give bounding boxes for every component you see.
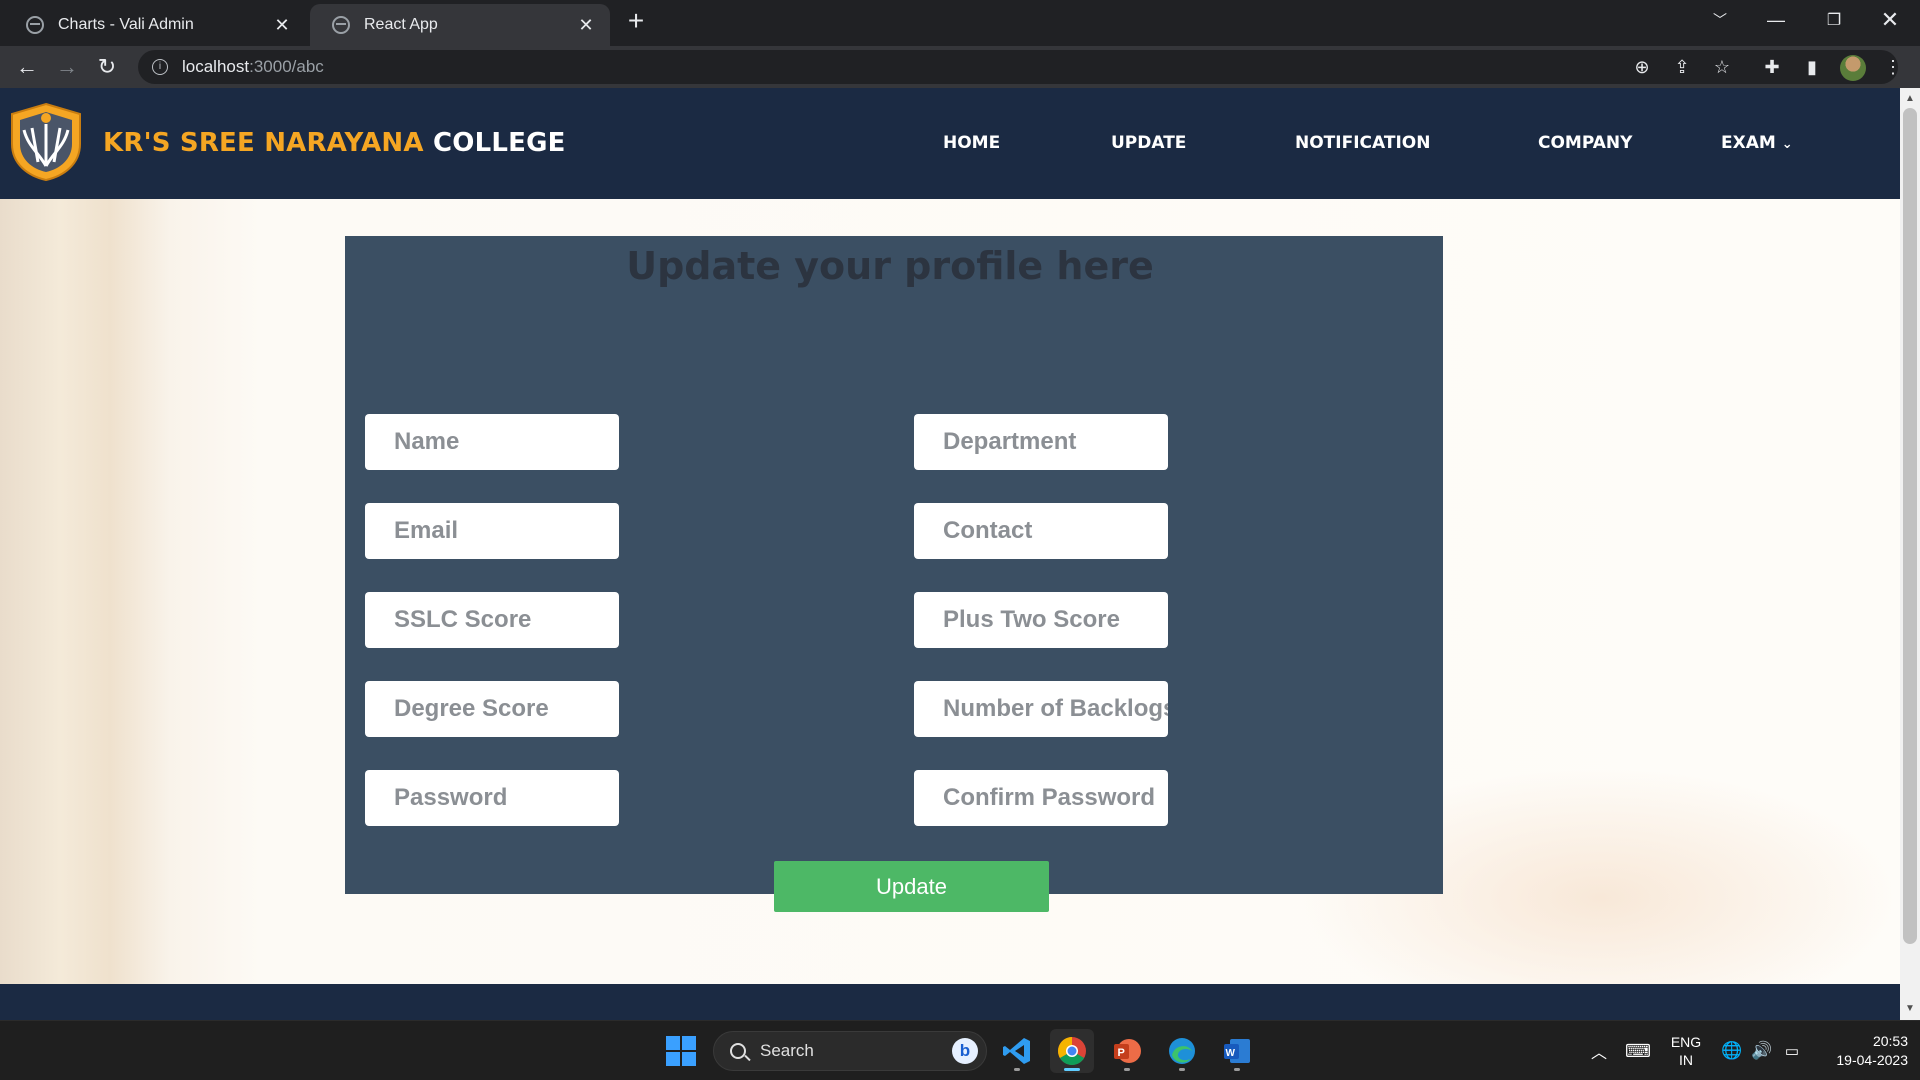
svg-text:P: P (1118, 1047, 1125, 1059)
zoom-icon[interactable]: ⊕ (1629, 54, 1655, 80)
region-label: IN (1679, 1052, 1693, 1068)
minimize-button[interactable]: — (1748, 0, 1804, 40)
plus-two-score-input[interactable] (914, 592, 1168, 648)
running-indicator (1014, 1068, 1020, 1071)
battery-icon[interactable]: ▭ (1778, 1021, 1806, 1080)
url-host: localhost (182, 57, 250, 76)
globe-icon (26, 16, 44, 34)
clock-date: 19-04-2023 (1836, 1052, 1908, 1068)
chrome-app[interactable] (1050, 1029, 1094, 1073)
side-panel-icon[interactable]: ▮ (1799, 54, 1825, 80)
form-title: Update your profile here (626, 244, 1154, 288)
search-icon (730, 1043, 746, 1059)
browser-toolbar: ← → ↻ i localhost:3000/abc ⊕ ⇪ ☆ ✚ ▮ ⋮ (0, 46, 1920, 88)
name-input[interactable] (365, 414, 619, 470)
powerpoint-app[interactable]: P (1105, 1029, 1149, 1073)
department-input[interactable] (914, 414, 1168, 470)
start-button[interactable] (659, 1029, 703, 1073)
update-profile-form: Update your profile here Update (345, 236, 1443, 912)
restore-button[interactable]: ❐ (1806, 0, 1862, 40)
windows-logo-icon (666, 1036, 696, 1066)
contact-input[interactable] (914, 503, 1168, 559)
vscode-icon (1003, 1038, 1030, 1064)
scroll-up-arrow-icon[interactable]: ▲ (1900, 90, 1920, 108)
college-name[interactable]: KR'S SREE NARAYANA COLLEGE (103, 128, 566, 158)
running-indicator (1179, 1068, 1185, 1071)
globe-icon (332, 16, 350, 34)
taskbar-search-box[interactable]: Search b (713, 1031, 987, 1071)
bing-icon[interactable]: b (952, 1038, 978, 1064)
nav-update[interactable]: UPDATE (1111, 133, 1186, 153)
nav-exam-dropdown[interactable]: EXAM ⌄ (1721, 133, 1793, 153)
site-info-icon[interactable]: i (152, 59, 168, 75)
reload-button[interactable]: ↻ (92, 52, 122, 82)
password-input[interactable] (365, 770, 619, 826)
college-name-highlight: KR'S SREE NARAYANA (103, 128, 424, 158)
nav-exam-label: EXAM (1721, 133, 1776, 153)
close-tab-icon[interactable]: ✕ (576, 15, 596, 36)
sslc-score-input[interactable] (365, 592, 619, 648)
site-navbar: KR'S SREE NARAYANA COLLEGE HOME UPDATE N… (0, 88, 1900, 199)
degree-score-input[interactable] (365, 681, 619, 737)
nav-home[interactable]: HOME (943, 133, 1000, 153)
college-name-rest: COLLEGE (432, 128, 566, 158)
backlogs-input[interactable] (914, 681, 1168, 737)
tab-title: React App (364, 16, 438, 33)
url-path: :3000/abc (249, 57, 324, 76)
running-indicator (1234, 1068, 1240, 1071)
page-viewport: KR'S SREE NARAYANA COLLEGE HOME UPDATE N… (0, 88, 1900, 1020)
new-tab-button[interactable]: + (622, 6, 650, 38)
update-button[interactable]: Update (774, 861, 1049, 912)
edge-icon (1169, 1038, 1195, 1064)
close-tab-icon[interactable]: ✕ (272, 15, 292, 36)
word-app[interactable]: W (1215, 1029, 1259, 1073)
nav-company[interactable]: COMPANY (1538, 133, 1632, 153)
back-button[interactable]: ← (12, 52, 42, 82)
edge-app[interactable] (1160, 1029, 1204, 1073)
language-label: ENG (1670, 1034, 1702, 1050)
powerpoint-icon: P (1114, 1039, 1141, 1063)
tab-search-chevron-icon[interactable]: ﹀ (1692, 0, 1748, 40)
vscode-app[interactable] (995, 1029, 1039, 1073)
confirm-password-input[interactable] (914, 770, 1168, 826)
language-indicator[interactable]: ENG IN (1664, 1021, 1708, 1080)
scroll-down-arrow-icon[interactable]: ▼ (1900, 1000, 1920, 1018)
tab-title: Charts - Vali Admin (58, 16, 194, 33)
network-globe-icon[interactable]: 🌐 (1718, 1021, 1746, 1080)
browser-tab-react-app[interactable]: React App ✕ (310, 4, 610, 46)
show-hidden-icons-chevron-icon[interactable]: ︿ (1584, 1021, 1614, 1080)
windows-taskbar: Search b P W ︿ ⌨ ENG IN 🌐 🔊 ▭ 20:53 19-0… (0, 1020, 1920, 1080)
scrollbar-thumb[interactable] (1903, 108, 1917, 944)
running-indicator (1124, 1068, 1130, 1071)
forward-button[interactable]: → (52, 52, 82, 82)
svg-text:W: W (1226, 1048, 1236, 1059)
taskbar-search-label: Search (760, 1041, 814, 1060)
page-footer (0, 984, 1900, 1020)
extensions-puzzle-icon[interactable]: ✚ (1759, 54, 1785, 80)
browser-tab-charts[interactable]: Charts - Vali Admin ✕ (4, 4, 306, 46)
email-input[interactable] (365, 503, 619, 559)
college-logo[interactable] (8, 102, 84, 182)
keyboard-icon[interactable]: ⌨ (1622, 1021, 1654, 1080)
close-window-button[interactable]: ✕ (1862, 0, 1918, 40)
active-indicator (1064, 1068, 1080, 1071)
browser-tab-strip: Charts - Vali Admin ✕ React App ✕ + ﹀ — … (0, 0, 1920, 46)
share-icon[interactable]: ⇪ (1669, 54, 1695, 80)
nav-notification[interactable]: NOTIFICATION (1295, 133, 1430, 153)
chevron-down-icon: ⌄ (1781, 137, 1793, 152)
more-menu-icon[interactable]: ⋮ (1880, 54, 1906, 80)
volume-icon[interactable]: 🔊 (1748, 1021, 1776, 1080)
clock-time: 20:53 (1872, 1033, 1908, 1049)
bookmark-star-icon[interactable]: ☆ (1709, 54, 1735, 80)
word-icon: W (1224, 1039, 1250, 1063)
chrome-icon (1058, 1037, 1086, 1065)
profile-avatar[interactable] (1840, 55, 1866, 81)
clock[interactable]: 20:53 19-04-2023 (1816, 1021, 1908, 1080)
